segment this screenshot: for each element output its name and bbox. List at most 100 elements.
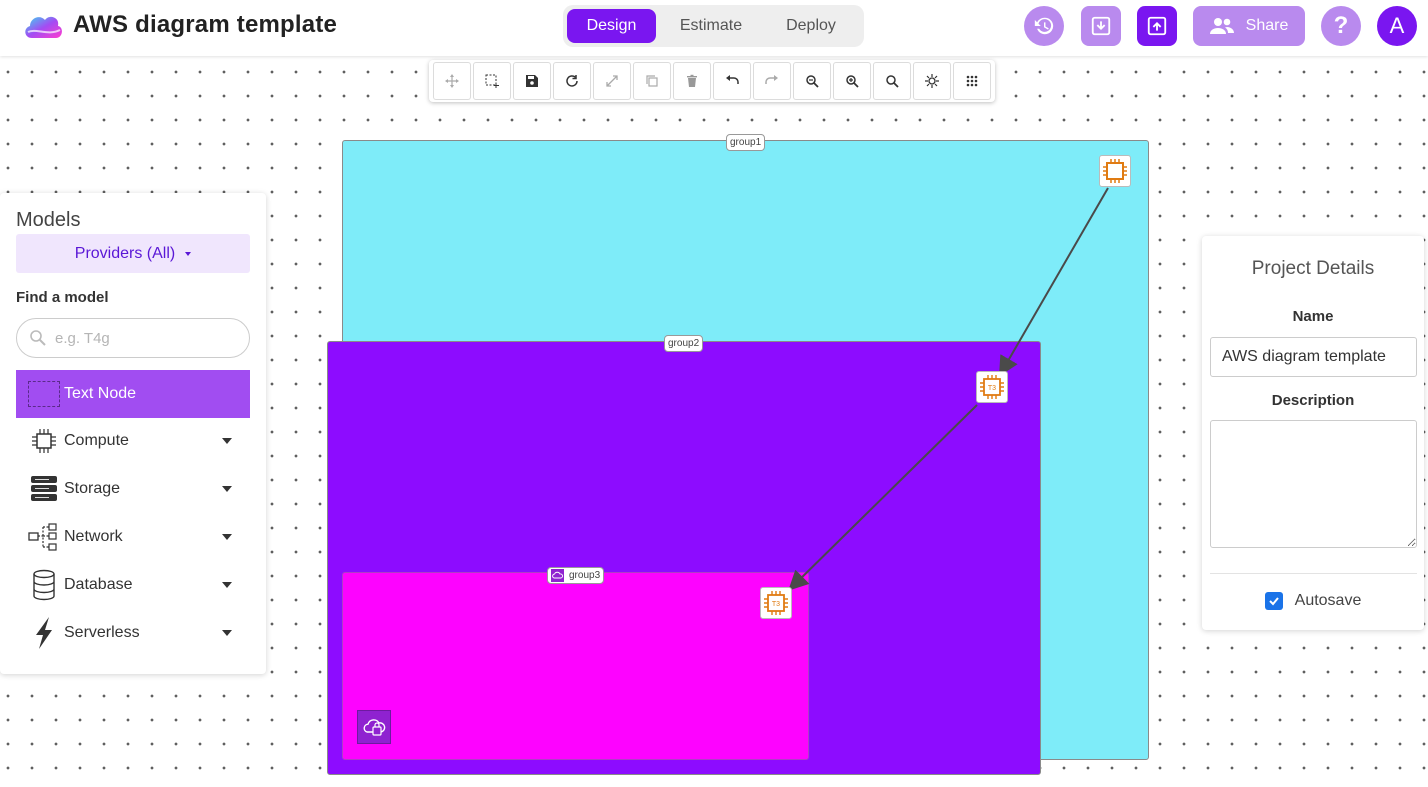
models-title: Models xyxy=(16,209,81,231)
avatar[interactable]: A xyxy=(1377,6,1417,46)
lightning-icon xyxy=(28,617,60,649)
project-name-field[interactable] xyxy=(1210,337,1417,377)
search-input[interactable] xyxy=(55,329,225,347)
move-icon xyxy=(445,74,459,88)
category-label: Storage xyxy=(64,480,121,497)
category-storage[interactable]: Storage xyxy=(16,465,250,513)
copy-button[interactable] xyxy=(633,62,671,100)
group-3-label-wrap[interactable]: group3 xyxy=(547,567,605,584)
people-icon xyxy=(1209,18,1234,34)
download-button[interactable] xyxy=(1081,6,1121,46)
zoom-in-icon xyxy=(846,75,859,88)
tab-estimate[interactable]: Estimate xyxy=(656,9,766,43)
providers-dropdown[interactable]: Providers (All) xyxy=(16,234,250,273)
settings-button[interactable] xyxy=(913,62,951,100)
checkmark-icon xyxy=(1268,597,1279,606)
models-panel: Models Providers (All) Find a model Text… xyxy=(0,193,266,674)
group-3-badge xyxy=(357,710,391,744)
category-compute[interactable]: Compute xyxy=(16,417,250,465)
tab-deploy[interactable]: Deploy xyxy=(766,9,856,43)
zoom-reset-button[interactable] xyxy=(873,62,911,100)
redo-icon xyxy=(765,75,778,84)
group-3[interactable] xyxy=(342,572,809,760)
caret-down-icon xyxy=(185,251,192,256)
ec2-node-3[interactable]: T3 xyxy=(760,587,792,619)
text-node-label: Text Node xyxy=(64,385,137,402)
search-icon xyxy=(30,330,46,346)
zoom-in-button[interactable] xyxy=(833,62,871,100)
category-label: Network xyxy=(64,528,123,545)
ec2-chip-icon xyxy=(1103,159,1127,183)
caret-down-icon xyxy=(222,486,232,492)
category-network[interactable]: Network xyxy=(16,513,250,561)
cloud-lock-icon xyxy=(363,719,386,736)
database-icon xyxy=(28,569,60,601)
text-node-item[interactable]: Text Node xyxy=(16,370,250,418)
copy-icon xyxy=(646,75,658,87)
save-button[interactable] xyxy=(513,62,551,100)
description-label: Description xyxy=(1271,392,1355,409)
caret-down-icon xyxy=(222,582,232,588)
move-button[interactable] xyxy=(433,62,471,100)
app-title: AWS diagram template xyxy=(73,11,338,38)
ec2-node-1[interactable] xyxy=(1099,155,1131,187)
refresh-icon xyxy=(566,75,578,87)
mode-tabs: Design Estimate Deploy xyxy=(563,5,864,47)
category-label: Compute xyxy=(64,432,129,449)
project-details-title: Project Details xyxy=(1251,258,1375,279)
project-description-field[interactable] xyxy=(1210,420,1417,548)
help-button[interactable]: ? xyxy=(1321,6,1361,46)
autosave-checkbox[interactable] xyxy=(1264,592,1283,610)
group-2-label[interactable]: group2 xyxy=(664,335,704,352)
history-button[interactable] xyxy=(1024,6,1064,46)
text-node-icon xyxy=(28,381,60,407)
group-3-label: group3 xyxy=(569,569,601,581)
ec2-node-3-label: T3 xyxy=(772,601,780,608)
cloud-lock-icon xyxy=(551,569,564,582)
diagram-toolbar xyxy=(429,60,995,102)
select-icon xyxy=(485,74,499,88)
delete-icon xyxy=(687,74,697,87)
ec2-t3-icon: T3 xyxy=(764,591,788,615)
caret-down-icon xyxy=(222,438,232,444)
logo-icon xyxy=(25,16,62,38)
zoom-reset-icon xyxy=(886,75,899,88)
delete-button[interactable] xyxy=(673,62,711,100)
zoom-out-button[interactable] xyxy=(793,62,831,100)
group-1-label[interactable]: group1 xyxy=(726,134,766,151)
ec2-node-2[interactable]: T3 xyxy=(976,371,1008,403)
tab-design[interactable]: Design xyxy=(567,9,656,43)
server-icon xyxy=(28,473,60,505)
find-model-label: Find a model xyxy=(16,289,109,306)
history-icon xyxy=(1034,17,1054,35)
caret-down-icon xyxy=(222,630,232,636)
app-header: AWS diagram template Design Estimate Dep… xyxy=(0,0,1428,56)
help-icon: ? xyxy=(1333,12,1349,39)
share-button[interactable]: Share xyxy=(1193,6,1305,46)
chip-icon xyxy=(28,425,60,457)
save-icon xyxy=(526,75,538,87)
settings-icon xyxy=(925,74,939,88)
undo-icon xyxy=(726,75,739,84)
share-label: Share xyxy=(1245,17,1289,34)
ec2-node-2-label: T3 xyxy=(988,385,996,392)
autosave-row: Autosave xyxy=(1202,592,1424,610)
category-serverless[interactable]: Serverless xyxy=(16,609,250,657)
upload-button[interactable] xyxy=(1137,6,1177,46)
expand-button[interactable] xyxy=(593,62,631,100)
refresh-button[interactable] xyxy=(553,62,591,100)
select-button[interactable] xyxy=(473,62,511,100)
category-database[interactable]: Database xyxy=(16,561,250,609)
undo-button[interactable] xyxy=(713,62,751,100)
upload-icon xyxy=(1147,16,1167,36)
grid-button[interactable] xyxy=(953,62,991,100)
divider xyxy=(1210,573,1417,574)
model-search[interactable] xyxy=(16,318,250,358)
autosave-label: Autosave xyxy=(1294,592,1362,609)
category-label: Serverless xyxy=(64,624,140,641)
network-icon xyxy=(28,521,60,553)
redo-button[interactable] xyxy=(753,62,791,100)
ec2-t3-icon: T3 xyxy=(980,375,1004,399)
project-details-panel: Project Details Name Description Autosav… xyxy=(1202,236,1424,630)
download-icon xyxy=(1091,16,1111,36)
